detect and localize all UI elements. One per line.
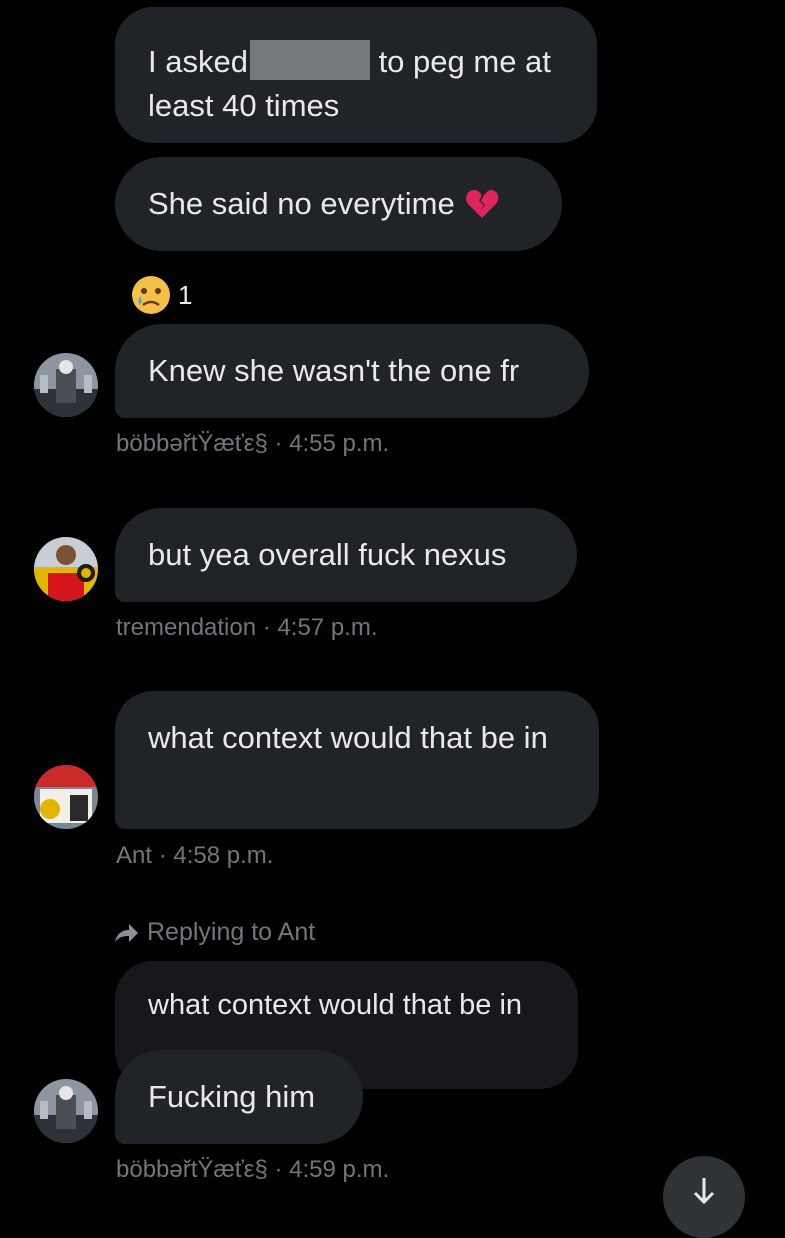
message-text: but yea overall fuck nexus <box>148 537 507 572</box>
message-text: I asked <box>148 44 248 79</box>
message-text: Fucking him <box>148 1079 316 1114</box>
author-name[interactable]: böbbəřtŸæťε§ <box>116 1156 268 1183</box>
separator: · <box>274 430 290 457</box>
message-bubble[interactable]: Fucking him <box>115 1050 363 1144</box>
message-meta: Ant · 4:58 p.m. <box>116 842 273 870</box>
message-text: what context would that be in <box>148 720 548 755</box>
reply-context[interactable]: Replying to Ant <box>113 918 315 947</box>
timestamp: 4:58 p.m. <box>173 842 274 869</box>
avatar[interactable] <box>34 1079 98 1143</box>
redaction-box <box>249 40 370 80</box>
message-meta: tremendation · 4:57 p.m. <box>116 614 378 642</box>
message-meta: böbbəřtŸæťε§ · 4:55 p.m. <box>116 430 389 458</box>
avatar[interactable] <box>34 353 98 417</box>
timestamp: 4:57 p.m. <box>277 614 378 641</box>
reply-label: Replying to Ant <box>147 918 316 946</box>
separator: · <box>262 614 278 641</box>
message-bubble[interactable]: Knew she wasn't the one fr <box>115 324 589 418</box>
crying-face-icon <box>130 274 172 316</box>
avatar[interactable] <box>34 537 98 601</box>
broken-heart-icon <box>465 188 499 220</box>
avatar[interactable] <box>34 765 98 829</box>
reaction-badge[interactable]: 1 <box>130 274 192 316</box>
reply-arrow-icon <box>113 922 139 944</box>
message-bubble[interactable]: but yea overall fuck nexus <box>115 508 577 602</box>
author-name[interactable]: böbbəřtŸæťε§ <box>116 430 268 457</box>
separator: · <box>274 1156 290 1183</box>
quoted-text: what context would that be in <box>148 989 523 1021</box>
message-bubble[interactable]: She said no everytime <box>115 157 562 251</box>
arrow-down-icon <box>690 1176 718 1209</box>
timestamp: 4:55 p.m. <box>289 430 390 457</box>
message-bubble[interactable]: what context would that be in <box>115 691 599 829</box>
message-bubble[interactable]: I asked to peg me at least 40 times <box>115 7 597 143</box>
message-text: She said no everytime <box>148 186 455 221</box>
message-text: Knew she wasn't the one fr <box>148 353 520 388</box>
timestamp: 4:59 p.m. <box>289 1156 390 1183</box>
author-name[interactable]: Ant <box>116 842 152 869</box>
separator: · <box>158 842 174 869</box>
author-name[interactable]: tremendation <box>116 614 256 641</box>
message-meta: böbbəřtŸæťε§ · 4:59 p.m. <box>116 1156 389 1184</box>
scroll-to-bottom-button[interactable] <box>663 1156 745 1238</box>
reaction-count: 1 <box>178 279 193 310</box>
